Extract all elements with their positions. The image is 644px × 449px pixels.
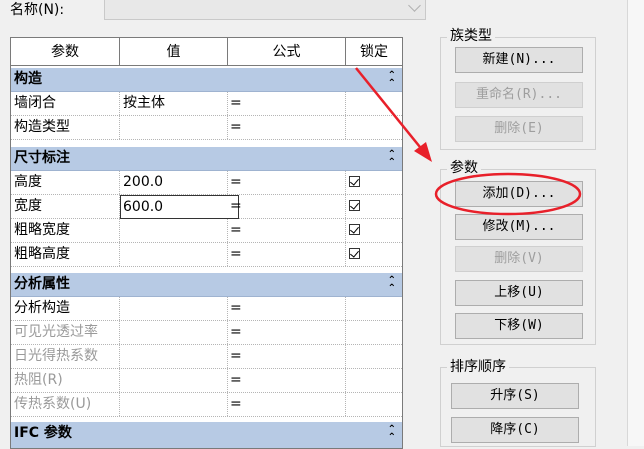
lock-cell [346, 297, 402, 320]
lock-checkbox[interactable] [349, 248, 360, 259]
parameter-formula[interactable]: = [228, 297, 346, 320]
lock-cell[interactable] [346, 195, 402, 218]
collapse-icon[interactable]: ⌃ ⌃ [388, 276, 396, 294]
lock-cell [346, 92, 402, 115]
parameter-value[interactable] [120, 243, 228, 266]
parameter-formula[interactable]: = [228, 243, 346, 266]
parameter-name: 构造类型 [11, 116, 120, 139]
table-row[interactable]: 分析构造 = [11, 297, 402, 321]
group-title: 分析属性 [14, 276, 70, 292]
parameters-title: 参数 [447, 159, 481, 177]
lock-cell [346, 345, 402, 368]
lock-cell [346, 116, 402, 139]
add-parameter-button[interactable]: 添加(D)... [455, 181, 583, 207]
group-header-ifc-parameters[interactable]: IFC 参数 ⌃ ⌃ [11, 422, 402, 448]
column-header-formula[interactable]: 公式 [228, 38, 346, 66]
parameter-name: 粗略宽度 [11, 219, 120, 242]
parameter-name: 日光得热系数 [11, 345, 120, 368]
parameter-table: 参数 值 公式 锁定 构造 ⌃ ⌃ 墙闭合 按主体 = 构造类型 = 尺寸标注 ⌃… [10, 37, 403, 449]
table-row[interactable]: 高度 200.0 = [11, 171, 402, 195]
lock-cell[interactable] [346, 219, 402, 242]
table-row[interactable]: 宽度 600.0 = [11, 195, 402, 219]
new-type-button[interactable]: 新建(N)... [455, 47, 583, 73]
parameter-formula[interactable]: = [228, 92, 346, 115]
parameter-name: 热阻(R) [11, 369, 120, 392]
parameter-value-editor[interactable]: 600.0 [120, 195, 239, 219]
parameter-name: 可见光透过率 [11, 321, 120, 344]
table-row[interactable]: 构造类型 = [11, 116, 402, 140]
move-down-button[interactable]: 下移(W) [455, 313, 583, 339]
group-header-dimensions[interactable]: 尺寸标注 ⌃ ⌃ [11, 147, 402, 171]
delete-type-button[interactable]: 删除(E) [455, 116, 583, 142]
lock-checkbox[interactable] [349, 200, 360, 211]
parameter-value[interactable] [120, 219, 228, 242]
collapse-icon[interactable]: ⌃ ⌃ [388, 425, 396, 443]
rename-type-button[interactable]: 重命名(R)... [455, 82, 583, 108]
parameter-value [120, 321, 228, 344]
parameter-value [120, 345, 228, 368]
column-header-value[interactable]: 值 [120, 38, 228, 66]
family-types-title: 族类型 [447, 27, 495, 45]
parameter-formula[interactable]: = [228, 219, 346, 242]
parameter-formula[interactable]: = [228, 195, 346, 218]
group-header-construction[interactable]: 构造 ⌃ ⌃ [11, 68, 402, 92]
lock-cell [346, 321, 402, 344]
lock-cell[interactable] [346, 171, 402, 194]
parameter-formula: = [228, 345, 346, 368]
parameter-formula[interactable]: = [228, 116, 346, 139]
arrowhead-icon [414, 142, 432, 162]
move-up-button[interactable]: 上移(U) [455, 280, 583, 306]
table-row: 传热系数(U) = [11, 393, 402, 417]
parameter-value [120, 393, 228, 416]
parameter-value[interactable]: 200.0 [120, 171, 228, 194]
parameter-value[interactable] [120, 116, 228, 139]
column-header-parameter[interactable]: 参数 [11, 38, 120, 66]
table-row[interactable]: 粗略高度 = [11, 243, 402, 267]
parameter-value[interactable] [120, 297, 228, 320]
table-row: 热阻(R) = [11, 369, 402, 393]
parameter-formula: = [228, 393, 346, 416]
name-combobox[interactable] [104, 0, 426, 20]
sort-ascending-button[interactable]: 升序(S) [451, 383, 579, 409]
group-title: 构造 [14, 71, 42, 87]
parameter-name: 墙闭合 [11, 92, 120, 115]
lock-checkbox[interactable] [349, 224, 360, 235]
parameter-name: 粗略高度 [11, 243, 120, 266]
parameter-name: 传热系数(U) [11, 393, 120, 416]
group-title: IFC 参数 [14, 425, 72, 441]
delete-parameter-button[interactable]: 删除(V) [455, 246, 583, 272]
lock-checkbox[interactable] [349, 176, 360, 187]
lock-cell [346, 369, 402, 392]
parameter-name: 宽度 [11, 195, 120, 218]
lock-cell[interactable] [346, 243, 402, 266]
parameter-name: 分析构造 [11, 297, 120, 320]
parameter-formula: = [228, 321, 346, 344]
name-label: 名称(N): [10, 2, 65, 18]
dialog-edge [627, 0, 644, 446]
parameter-value[interactable]: 按主体 [120, 92, 228, 115]
group-title: 尺寸标注 [14, 150, 70, 166]
parameter-value [120, 369, 228, 392]
table-row: 可见光透过率 = [11, 321, 402, 345]
sort-descending-button[interactable]: 降序(C) [451, 417, 579, 443]
column-header-lock[interactable]: 锁定 [346, 38, 402, 66]
parameter-formula[interactable]: = [228, 171, 346, 194]
sort-order-title: 排序顺序 [447, 358, 509, 376]
table-row[interactable]: 墙闭合 按主体 = [11, 92, 402, 116]
modify-parameter-button[interactable]: 修改(M)... [455, 214, 583, 240]
collapse-icon[interactable]: ⌃ ⌃ [388, 150, 396, 168]
parameter-formula: = [228, 369, 346, 392]
table-row: 日光得热系数 = [11, 345, 402, 369]
collapse-icon[interactable]: ⌃ ⌃ [388, 71, 396, 89]
table-row[interactable]: 粗略宽度 = [11, 219, 402, 243]
chevron-down-icon[interactable] [408, 0, 421, 12]
parameter-name: 高度 [11, 171, 120, 194]
group-header-analytical-properties[interactable]: 分析属性 ⌃ ⌃ [11, 273, 402, 297]
lock-cell [346, 393, 402, 416]
